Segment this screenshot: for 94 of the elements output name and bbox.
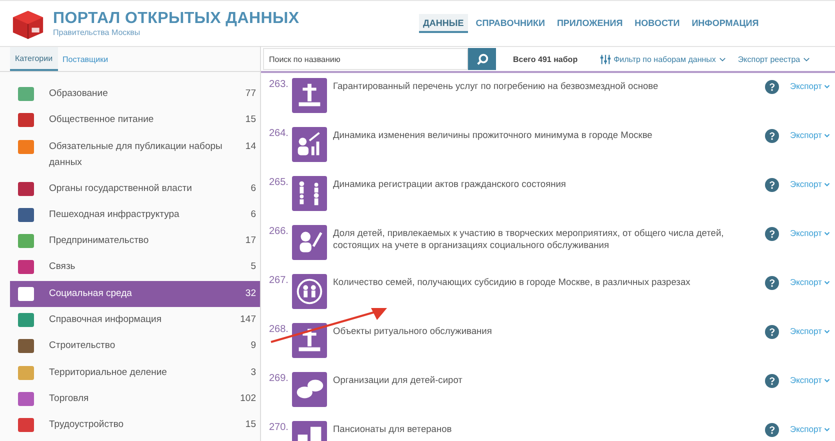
nav-link[interactable]: СПРАВОЧНИКИ xyxy=(472,14,549,33)
help-icon[interactable] xyxy=(765,80,779,94)
family-people-icon xyxy=(292,176,327,211)
category-count: 77 xyxy=(245,87,256,101)
category-label: Связь xyxy=(49,260,76,274)
dataset-number: 265. xyxy=(269,177,290,188)
category-count: 9 xyxy=(250,339,256,354)
category-item[interactable]: Территориальное деление 3 xyxy=(10,360,260,386)
category-label: Территориальное деление xyxy=(49,366,168,380)
caret-icon xyxy=(824,182,830,186)
dataset-title[interactable]: Гарантированный перечень услуг по погребению на безвозмездной основе xyxy=(333,80,743,92)
caret-icon xyxy=(824,328,830,334)
category-item[interactable]: Образование 77 xyxy=(10,81,260,108)
caret-icon xyxy=(824,378,830,382)
category-count: 17 xyxy=(245,234,256,248)
dataset-title[interactable]: Количество семей, получающих субсидию в городе Москве, в различных разрезах xyxy=(333,276,743,288)
category-label: Пешеходная инфраструктура xyxy=(49,208,180,222)
help-icon[interactable] xyxy=(765,227,779,241)
nav-link[interactable]: НОВОСТИ xyxy=(630,14,684,33)
dataset-title[interactable]: Пансионаты для ветеранов xyxy=(333,423,743,435)
portal-subtitle: Правительства Москвы xyxy=(53,28,142,37)
dataset-title[interactable]: Организации для детей-сирот xyxy=(333,374,743,386)
category-item[interactable]: Предпринимательство 17 xyxy=(10,228,260,254)
help-icon[interactable] xyxy=(765,178,779,192)
caret-icon xyxy=(824,132,830,138)
category-count: 15 xyxy=(245,418,256,432)
category-item[interactable]: Торговля 102 xyxy=(10,386,260,412)
grave-cross-icon xyxy=(292,78,327,113)
caret-icon xyxy=(803,56,810,62)
filter-icon xyxy=(600,54,611,64)
search-icon xyxy=(476,52,488,66)
dataset-number: 263. xyxy=(269,79,290,90)
help-icon[interactable] xyxy=(765,276,779,290)
speech-bubbles-icon xyxy=(292,372,327,407)
category-item[interactable]: Общественное питание 15 xyxy=(10,107,260,134)
category-item[interactable]: Трудоустройство 15 xyxy=(10,412,260,439)
dataset-number: 269. xyxy=(269,373,290,384)
dataset-number: 270. xyxy=(269,422,290,433)
caret-icon xyxy=(718,56,726,62)
sidebar-tab[interactable]: Категории xyxy=(10,47,58,71)
category-count: 6 xyxy=(250,208,256,222)
category-label: Обязательные для публикации наборы данных xyxy=(49,140,224,170)
category-label: Социальная среда xyxy=(49,286,133,301)
search-field[interactable]: Поиск по названию xyxy=(263,48,468,70)
export-registry-dropdown[interactable]: Экспорт реестра xyxy=(738,54,810,64)
category-item[interactable]: Связь 5 xyxy=(10,254,260,281)
nav-link[interactable]: ДАННЫЕ xyxy=(419,14,468,33)
category-count: 147 xyxy=(240,313,256,328)
category-item[interactable]: Органы государственной власти 6 xyxy=(10,176,260,202)
total-count: Всего 491 набор xyxy=(513,54,578,64)
nav-link[interactable]: ИНФОРМАЦИЯ xyxy=(688,14,763,33)
dataset-number: 268. xyxy=(269,324,290,335)
category-count: 15 xyxy=(245,113,256,128)
category-count: 3 xyxy=(250,366,256,380)
dataset-number: 264. xyxy=(269,128,290,139)
category-label: Органы государственной власти xyxy=(49,182,193,196)
growth-chart-icon xyxy=(292,127,327,162)
category-count: 14 xyxy=(245,140,256,154)
category-count: 6 xyxy=(250,182,256,196)
category-label: Справочная информация xyxy=(49,313,162,328)
category-item[interactable]: Пешеходная инфраструктура 6 xyxy=(10,202,260,228)
caret-icon xyxy=(824,426,830,432)
caret-icon xyxy=(824,280,830,284)
category-item[interactable]: Строительство 9 xyxy=(10,333,260,360)
category-item[interactable]: Социальная среда 32 xyxy=(10,280,260,308)
dataset-title[interactable]: Объекты ритуального обслуживания xyxy=(333,325,743,337)
help-icon[interactable] xyxy=(765,325,779,339)
category-count: 32 xyxy=(245,286,256,301)
category-label: Образование xyxy=(49,87,109,101)
dataset-title[interactable]: Динамика изменения величины прожиточного минимума в городе Москве xyxy=(333,129,743,141)
caret-icon xyxy=(824,230,830,236)
dataset-title[interactable]: Динамика регистрации актов гражданского состояния xyxy=(333,178,743,190)
dataset-number: 266. xyxy=(269,226,290,237)
category-label: Торговля xyxy=(49,392,90,406)
grave-cross-icon xyxy=(292,323,327,358)
category-count: 102 xyxy=(240,392,256,406)
category-item[interactable]: Обязательные для публикации наборы данных 14 xyxy=(10,134,260,176)
category-count: 5 xyxy=(250,260,256,274)
child-brush-icon xyxy=(292,225,327,260)
category-label: Строительство xyxy=(49,339,116,354)
help-icon[interactable] xyxy=(765,374,779,388)
search-button[interactable] xyxy=(468,48,496,70)
category-label: Общественное питание xyxy=(49,113,155,128)
nav-link[interactable]: ПРИЛОЖЕНИЯ xyxy=(552,14,627,33)
category-label: Трудоустройство xyxy=(49,418,125,432)
portal-title: ПОРТАЛ ОТКРЫТЫХ ДАННЫХ xyxy=(53,10,300,28)
help-icon[interactable] xyxy=(765,423,779,437)
category-item[interactable]: Справочная информация 147 xyxy=(10,307,260,334)
help-icon[interactable] xyxy=(765,129,779,143)
caret-icon xyxy=(824,84,830,88)
dataset-number: 267. xyxy=(269,275,290,286)
filter-dropdown[interactable]: Фильтр по наборам данных xyxy=(600,54,726,64)
dataset-title[interactable]: Доля детей, привлекаемых к участию в творческих мероприятиях, от общего числа детей, состоящих на учете в организациях социального обслуживания xyxy=(333,227,743,251)
category-label: Предпринимательство xyxy=(49,234,150,248)
